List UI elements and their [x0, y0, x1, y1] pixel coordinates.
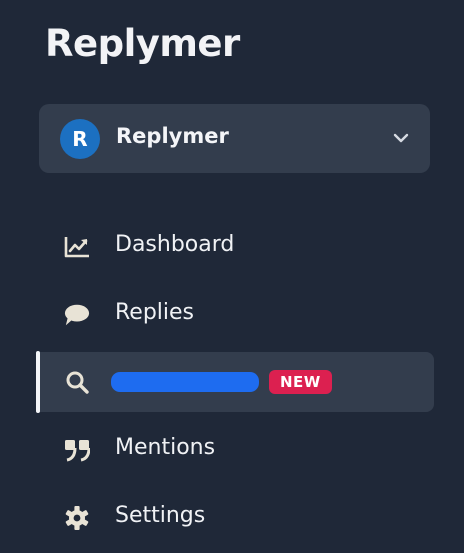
active-indicator [36, 351, 40, 413]
sidebar-item-label: Dashboard [115, 232, 235, 257]
sidebar-item-label: Replies [115, 300, 195, 325]
sidebar-item-label: Mentions [115, 435, 216, 460]
workspace-avatar: R [60, 119, 100, 159]
chat-bubble-icon [64, 303, 90, 327]
sidebar-item-mentions[interactable]: Mentions [36, 420, 434, 480]
sidebar-item-dashboard[interactable]: Dashboard [36, 217, 434, 277]
search-icon [64, 370, 90, 394]
redacted-label [111, 372, 259, 392]
gear-icon [64, 506, 90, 530]
sidebar-item-settings[interactable]: Settings [36, 488, 434, 548]
new-badge: NEW [269, 370, 332, 394]
quote-icon [64, 438, 90, 462]
sidebar-item-replies[interactable]: Replies [36, 285, 434, 345]
workspace-name: Replymer [116, 124, 229, 148]
chevron-down-icon [393, 133, 409, 143]
sidebar-item-search[interactable]: NEW [36, 351, 434, 413]
workspace-switcher[interactable]: R Replymer [39, 104, 430, 173]
chart-line-icon [64, 235, 90, 259]
brand-title: Replymer [45, 22, 240, 65]
sidebar-item-label: Settings [115, 503, 206, 528]
